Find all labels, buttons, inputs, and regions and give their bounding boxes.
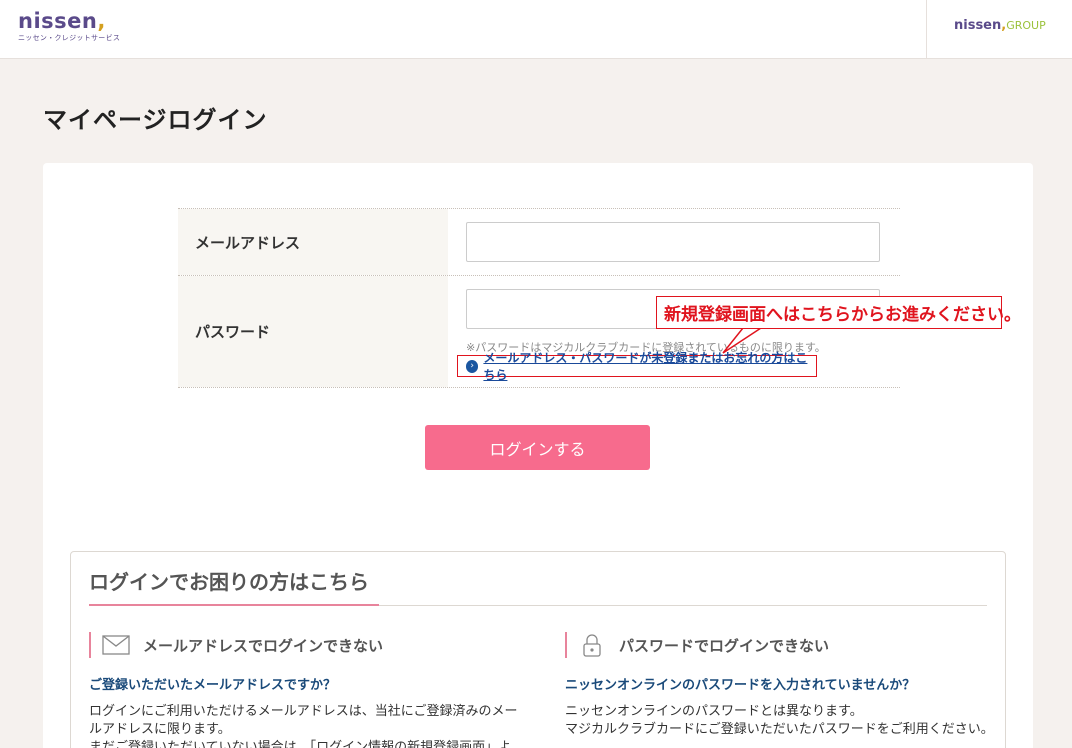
chevron-right-icon: › bbox=[466, 359, 479, 373]
header: nissen, ニッセン・クレジットサービス nissen,GROUP bbox=[0, 0, 1072, 59]
help-panel: ログインでお困りの方はこちら メールアドレスでログインできない ご登録いただいた… bbox=[70, 551, 1006, 748]
help-title: ログインでお困りの方はこちら bbox=[89, 570, 369, 594]
password-help-heading: パスワードでログインできない bbox=[619, 636, 830, 655]
password-help-body: ニッセンオンラインのパスワードとは異なります。 マジカルクラブカードにご登録いた… bbox=[565, 704, 994, 737]
email-help-body: ログインにご利用いただけるメールアドレスは、当社にご登録済みのメールアドレスに限… bbox=[89, 704, 518, 748]
group-logo-box: nissen,GROUP bbox=[926, 0, 1072, 59]
annotation-callout: 新規登録画面へはこちらからお進みください。 bbox=[656, 296, 1021, 329]
nissen-logo[interactable]: nissen, ニッセン・クレジットサービス bbox=[18, 10, 120, 43]
password-help-column: パスワードでログインできない ニッセンオンラインのパスワードを入力されていません… bbox=[565, 632, 1005, 739]
lock-icon bbox=[577, 634, 607, 657]
nissen-group-logo[interactable]: nissen,GROUP bbox=[954, 18, 1046, 33]
email-input[interactable] bbox=[466, 222, 880, 262]
register-link-highlight: › メールアドレス・パスワードが未登録またはお忘れの方はこちら bbox=[457, 351, 817, 382]
email-help-heading: メールアドレスでログインできない bbox=[143, 636, 384, 655]
email-label: メールアドレス bbox=[178, 209, 448, 275]
mail-icon bbox=[101, 634, 131, 656]
email-row: メールアドレス bbox=[178, 209, 900, 276]
register-link[interactable]: メールアドレス・パスワードが未登録またはお忘れの方はこちら bbox=[483, 349, 816, 383]
password-label: パスワード bbox=[178, 276, 448, 387]
logo-main-text: nissen, bbox=[18, 9, 106, 33]
page-title: マイページログイン bbox=[43, 106, 268, 134]
email-help-column: メールアドレスでログインできない ご登録いただいたメールアドレスですか？ ログイ… bbox=[89, 632, 529, 748]
email-help-subheading: ご登録いただいたメールアドレスですか？ bbox=[89, 678, 337, 693]
login-button[interactable]: ログインする bbox=[425, 425, 650, 470]
password-help-subheading: ニッセンオンラインのパスワードを入力されていませんか？ bbox=[565, 678, 916, 693]
logo-sub-text: ニッセン・クレジットサービス bbox=[18, 34, 121, 42]
